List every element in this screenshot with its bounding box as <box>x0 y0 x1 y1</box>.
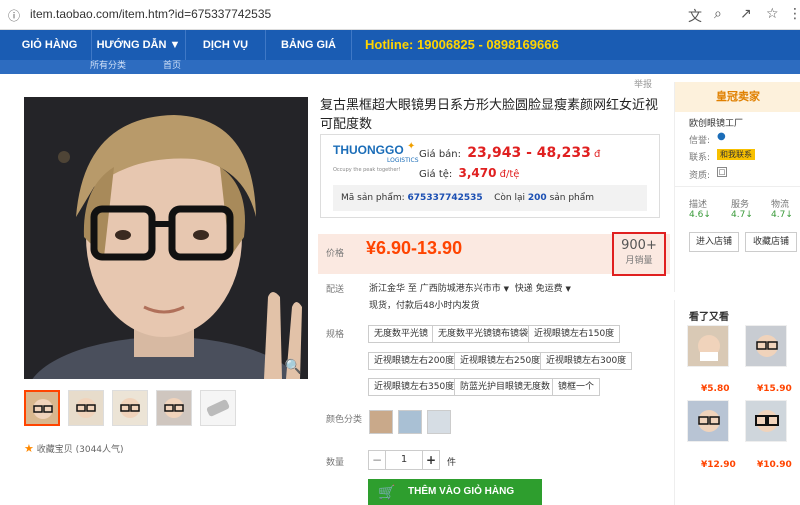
price-label: 价格 <box>326 249 345 259</box>
chevron-down-icon: ▼ <box>565 285 571 293</box>
color-option[interactable] <box>369 410 393 434</box>
monthly-sales-value: 900+ <box>621 238 657 253</box>
main-product-image[interactable]: 🔍 <box>24 97 308 379</box>
top-navigation: GIỎ HÀNG HƯỚNG DẪN ▼ DỊCH VỤ BẢNG GIÁ Ho… <box>0 30 800 60</box>
nav-guide[interactable]: HƯỚNG DẪN ▼ <box>92 30 186 60</box>
shipping-note: 现货，付款后48小时内发货 <box>369 301 480 311</box>
seller-panel: 皇冠卖家 欧创眼镜工厂 信誉: ● 联系: 和我联系 资质: □ 描述 服务 物… <box>674 82 800 292</box>
price-value: ¥6.90-13.90 <box>366 238 463 258</box>
sell-price-unit: đ <box>594 149 601 160</box>
quantity-label: 数量 <box>326 458 345 468</box>
thuonggo-logo: THUONGGO LOGISTICS Occupy the peak toget… <box>333 141 419 173</box>
related-item-image[interactable] <box>687 325 729 367</box>
shipping-label: 配送 <box>326 285 345 295</box>
favorite-item-label: 收藏宝贝 (3044人气) <box>36 445 124 455</box>
spec-option[interactable]: 近视眼镜左右250度 <box>454 352 547 370</box>
zoom-magnifier-icon[interactable]: 🔍 <box>285 359 302 375</box>
site-info-icon[interactable]: ⓘ <box>8 7 22 23</box>
qualification-icon[interactable]: □ <box>717 167 727 177</box>
exchange-rate-value: 3,470 <box>458 166 497 180</box>
spec-label: 规格 <box>326 330 345 340</box>
thumbnail-4[interactable] <box>156 390 192 426</box>
thumbnail-3[interactable] <box>112 390 148 426</box>
hotline: Hotline: 19006825 - 0898169666 <box>365 37 559 52</box>
desc-score: 4.6↓ <box>689 210 711 220</box>
related-item-image[interactable] <box>745 325 787 367</box>
spec-option[interactable]: 镜框一个 <box>552 378 601 396</box>
related-item-price: ¥12.90 <box>701 460 736 470</box>
related-item-price: ¥5.80 <box>701 384 730 394</box>
related-title: 看了又看 <box>689 312 729 323</box>
spec-option[interactable]: 近视眼镜左右150度 <box>528 325 621 343</box>
product-title: 复古黑框超大眼镜男日系方形大脸圆脸显瘦素颜网红女近视可配度数 <box>320 98 659 132</box>
report-link[interactable]: 举报 <box>634 77 652 90</box>
product-code: 675337742535 <box>407 193 483 203</box>
remaining-count: 200 <box>527 193 547 203</box>
spec-option[interactable]: 近视眼镜左右350度 <box>368 378 461 396</box>
related-item-price: ¥10.90 <box>757 460 792 470</box>
seller-level: 皇冠卖家 <box>675 82 800 112</box>
more-menu-icon[interactable]: ⋮ <box>788 6 800 22</box>
chevron-down-icon: ▼ <box>169 39 181 51</box>
color-option[interactable] <box>427 410 451 434</box>
quantity-plus-button[interactable]: + <box>422 450 440 470</box>
address-bar[interactable]: item.taobao.com/item.htm?id=675337742535 <box>30 7 271 21</box>
monthly-sales-label: 月销量 <box>625 256 653 266</box>
credit-badge-icon: ● <box>717 131 726 142</box>
seller-name[interactable]: 欧创眼镜工厂 <box>689 116 743 129</box>
nav-cart[interactable]: GIỎ HÀNG <box>8 30 92 60</box>
add-to-cart-button[interactable]: 🛒 THÊM VÀO GIỎ HÀNG <box>368 479 542 505</box>
related-item-image[interactable] <box>687 400 729 442</box>
zoom-icon[interactable]: ⌕ <box>714 6 722 22</box>
spec-option[interactable]: 近视眼镜左右300度 <box>540 352 633 370</box>
monthly-sales-box: 900+ 月销量 <box>612 232 666 276</box>
favorite-item[interactable]: ★ 收藏宝贝 (3044人气) <box>24 442 124 455</box>
spec-option[interactable]: 无度数平光镜镜布镜袋 <box>432 325 535 343</box>
bookmark-star-icon[interactable]: ☆ <box>766 6 779 22</box>
spec-option[interactable]: 防蓝光护目眼镜无度数 <box>454 378 557 396</box>
home-link[interactable]: 首页 <box>163 60 181 72</box>
nav-pricing[interactable]: BẢNG GIÁ <box>266 30 352 60</box>
product-code-row: Mã sản phẩm: 675337742535 Còn lại 200 sả… <box>333 185 647 211</box>
contact-seller-button[interactable]: 和我联系 <box>717 149 755 160</box>
nav-service[interactable]: DỊCH VỤ <box>186 30 266 60</box>
quantity-unit: 件 <box>447 458 457 468</box>
color-option[interactable] <box>398 410 422 434</box>
color-label: 颜色分类 <box>326 415 363 425</box>
shipping-route[interactable]: 浙江金华 至 广西防城港东兴市市 ▼ 快递 免运费 ▼ <box>369 281 571 294</box>
related-item-price: ¥15.90 <box>757 384 792 394</box>
share-icon[interactable]: ↗ <box>740 6 752 22</box>
quantity-input[interactable]: 1 <box>386 450 422 470</box>
related-item-image[interactable] <box>745 400 787 442</box>
sub-navigation: 所有分类 首页 <box>0 60 800 74</box>
quantity-minus-button[interactable]: − <box>368 450 386 470</box>
all-categories-link[interactable]: 所有分类 <box>90 60 126 72</box>
cart-icon: 🛒 <box>378 484 396 500</box>
translate-icon[interactable]: 文 <box>688 6 702 26</box>
enter-shop-button[interactable]: 进入店铺 <box>689 232 739 252</box>
spec-option[interactable]: 近视眼镜左右200度 <box>368 352 461 370</box>
favorite-shop-button[interactable]: 收藏店铺 <box>745 232 797 252</box>
thumbnail-5[interactable] <box>200 390 236 426</box>
browser-toolbar: ⓘ item.taobao.com/item.htm?id=6753377425… <box>0 0 800 30</box>
related-products: 看了又看 ¥5.80 ¥15.90 ¥12.90 ¥10.90 <box>674 300 800 505</box>
thumbnail-2[interactable] <box>68 390 104 426</box>
nav-guide-label: HƯỚNG DẪN <box>96 39 167 51</box>
exchange-rate-unit: đ/tệ <box>499 169 520 180</box>
shipping-method: 快递 免运费 <box>514 284 563 294</box>
logistics-score: 4.7↓ <box>771 210 793 220</box>
star-icon: ★ <box>24 442 34 455</box>
sell-price-label: Giá bán: <box>419 149 462 160</box>
service-score: 4.7↓ <box>731 210 753 220</box>
exchange-rate-label: Giá tệ: <box>419 169 453 180</box>
sell-price-value: 23,943 - 48,233 <box>467 145 591 161</box>
spec-option[interactable]: 无度数平光镜 <box>368 325 435 343</box>
thumbnail-1[interactable] <box>24 390 60 426</box>
thuonggo-price-box: THUONGGO LOGISTICS Occupy the peak toget… <box>320 134 660 218</box>
